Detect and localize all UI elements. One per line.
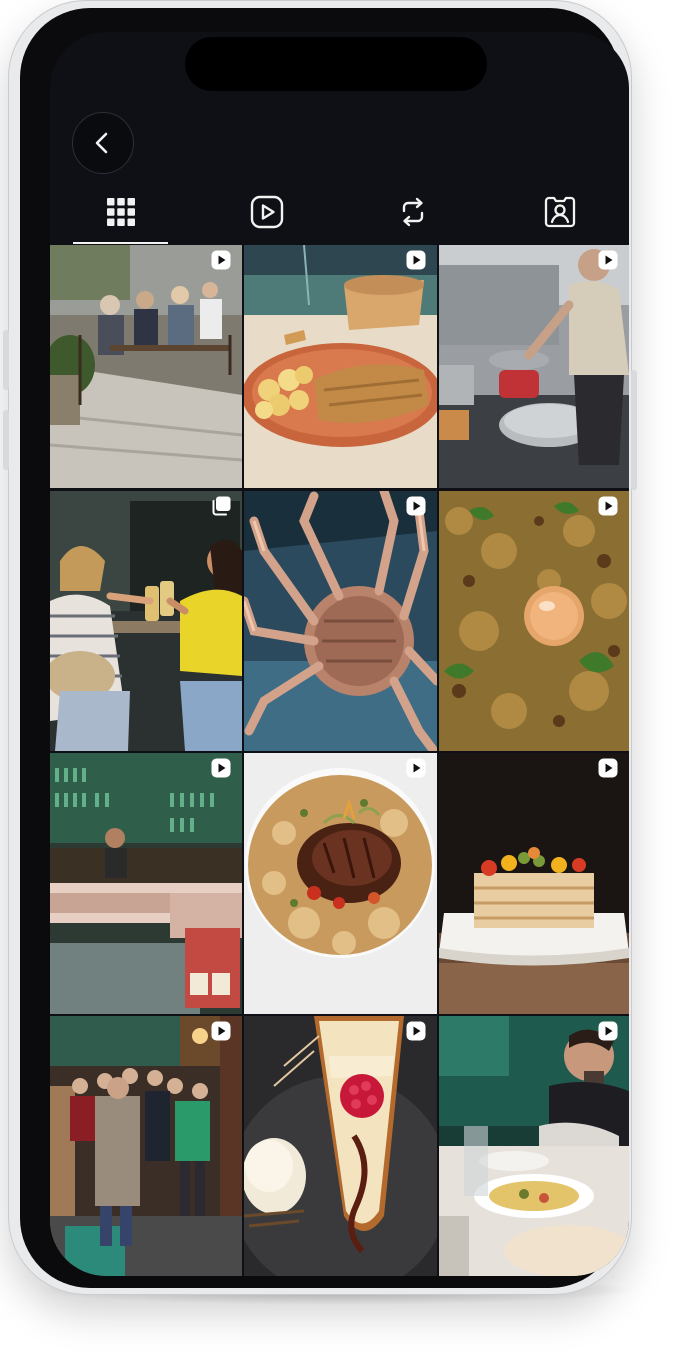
profile-tabs xyxy=(50,180,629,246)
post-photo-risotto-plate xyxy=(244,753,437,1014)
phone-frame xyxy=(20,8,629,1288)
volume-down-button xyxy=(3,410,9,470)
reels-icon xyxy=(250,195,283,229)
post-tile-bar-interior[interactable] xyxy=(50,753,242,1014)
reel-badge xyxy=(210,757,232,779)
reel-badge xyxy=(597,249,619,271)
tab-grid[interactable] xyxy=(73,180,168,244)
post-photo-chef-kitchen xyxy=(439,245,629,488)
post-photo-diners-table xyxy=(439,1016,629,1276)
reel-icon xyxy=(598,758,618,778)
chevron-left-icon xyxy=(95,132,108,154)
back-button[interactable] xyxy=(72,112,134,174)
post-photo-friends-toast xyxy=(50,491,242,751)
reel-badge xyxy=(405,1020,427,1042)
carousel-icon xyxy=(212,496,231,516)
post-tile-crowded-bar[interactable] xyxy=(50,1016,242,1276)
post-tile-layered-terrine[interactable] xyxy=(439,753,629,1014)
phone-body xyxy=(3,0,637,1295)
tab-reels[interactable] xyxy=(219,180,314,244)
post-tile-risotto-plate[interactable] xyxy=(244,753,437,1014)
post-tile-terrace-cafe[interactable] xyxy=(50,245,242,488)
post-photo-crowded-bar xyxy=(50,1016,242,1276)
post-photo-bar-interior xyxy=(50,753,242,1014)
post-photo-cheesecake-raspberry xyxy=(244,1016,437,1276)
post-photo-rice-dish-yolk xyxy=(439,491,629,751)
reel-icon xyxy=(406,1021,426,1041)
reel-badge xyxy=(210,249,232,271)
reel-badge xyxy=(597,495,619,517)
reel-badge xyxy=(597,1020,619,1042)
reel-icon xyxy=(211,250,231,270)
reel-icon xyxy=(406,496,426,516)
carousel-badge xyxy=(210,495,232,517)
reel-icon xyxy=(598,1021,618,1041)
post-tile-cheesecake-raspberry[interactable] xyxy=(244,1016,437,1276)
tab-tagged[interactable] xyxy=(512,180,607,244)
post-tile-rice-dish-yolk[interactable] xyxy=(439,491,629,751)
reel-badge xyxy=(405,495,427,517)
reel-badge xyxy=(405,249,427,271)
reel-icon xyxy=(211,1021,231,1041)
volume-up-button xyxy=(3,330,9,390)
screen xyxy=(50,32,629,1276)
reel-badge xyxy=(210,1020,232,1042)
post-photo-schnitzel-plate xyxy=(244,245,437,488)
reel-badge xyxy=(405,757,427,779)
reel-icon xyxy=(406,758,426,778)
post-photo-layered-terrine xyxy=(439,753,629,1014)
reel-icon xyxy=(406,250,426,270)
reel-badge xyxy=(597,757,619,779)
reel-icon xyxy=(211,758,231,778)
posts-grid xyxy=(50,245,629,1276)
post-tile-friends-toast[interactable] xyxy=(50,491,242,751)
post-tile-diners-table[interactable] xyxy=(439,1016,629,1276)
reel-icon xyxy=(598,496,618,516)
repost-icon xyxy=(402,197,423,227)
power-button xyxy=(631,370,637,490)
post-tile-spider-crab[interactable] xyxy=(244,491,437,751)
grid-icon xyxy=(106,198,135,226)
tab-reposts[interactable] xyxy=(365,180,460,244)
post-tile-chef-kitchen[interactable] xyxy=(439,245,629,488)
post-photo-spider-crab xyxy=(244,491,437,751)
tagged-icon xyxy=(544,196,575,228)
reel-icon xyxy=(598,250,618,270)
post-tile-schnitzel-plate[interactable] xyxy=(244,245,437,488)
post-photo-terrace-cafe xyxy=(50,245,242,488)
dynamic-island xyxy=(185,37,487,91)
